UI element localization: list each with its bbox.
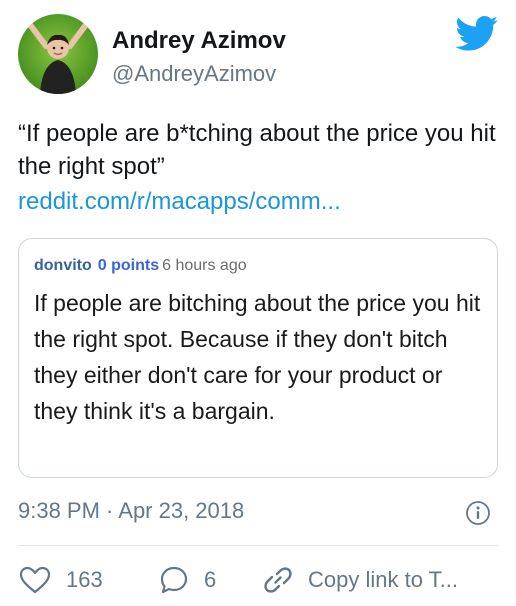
twitter-bird-svg [455, 16, 498, 51]
reply-button[interactable]: 6 [158, 562, 216, 598]
comment-meta: donvito 0 points 6 hours ago [34, 257, 247, 275]
avatar[interactable] [18, 14, 98, 94]
reply-bubble-icon [160, 566, 188, 594]
info-icon-svg [466, 501, 490, 525]
like-button[interactable]: 163 [18, 562, 103, 598]
comment-age: 6 hours ago [162, 257, 247, 274]
user-handle[interactable]: @AndreyAzimov [112, 61, 276, 87]
divider [18, 545, 498, 546]
info-icon[interactable] [465, 500, 491, 526]
tweet-text: “If people are b*tching about the price … [18, 120, 496, 180]
tweet-link[interactable]: reddit.com/r/macapps/comm... [18, 188, 341, 216]
comment-body: If people are bitching about the price y… [34, 290, 481, 424]
avatar-image [18, 14, 98, 94]
tweet-timestamp[interactable]: 9:38 PM · Apr 23, 2018 [18, 498, 244, 524]
comment-points: 0 points [97, 257, 160, 274]
heart-icon [19, 566, 51, 594]
reply-count: 6 [204, 567, 217, 592]
comment-username: donvito [34, 257, 92, 274]
like-count: 163 [66, 567, 103, 592]
twitter-bird-icon[interactable] [455, 16, 499, 52]
embedded-comment-card[interactable]: donvito 0 points 6 hours ago If people are… [18, 238, 498, 478]
display-name[interactable]: Andrey Azimov [112, 27, 286, 55]
link-icon [264, 567, 292, 593]
copy-link-label: Copy link to T... [308, 567, 458, 592]
copy-link-button[interactable]: Copy link to T... [262, 562, 458, 598]
